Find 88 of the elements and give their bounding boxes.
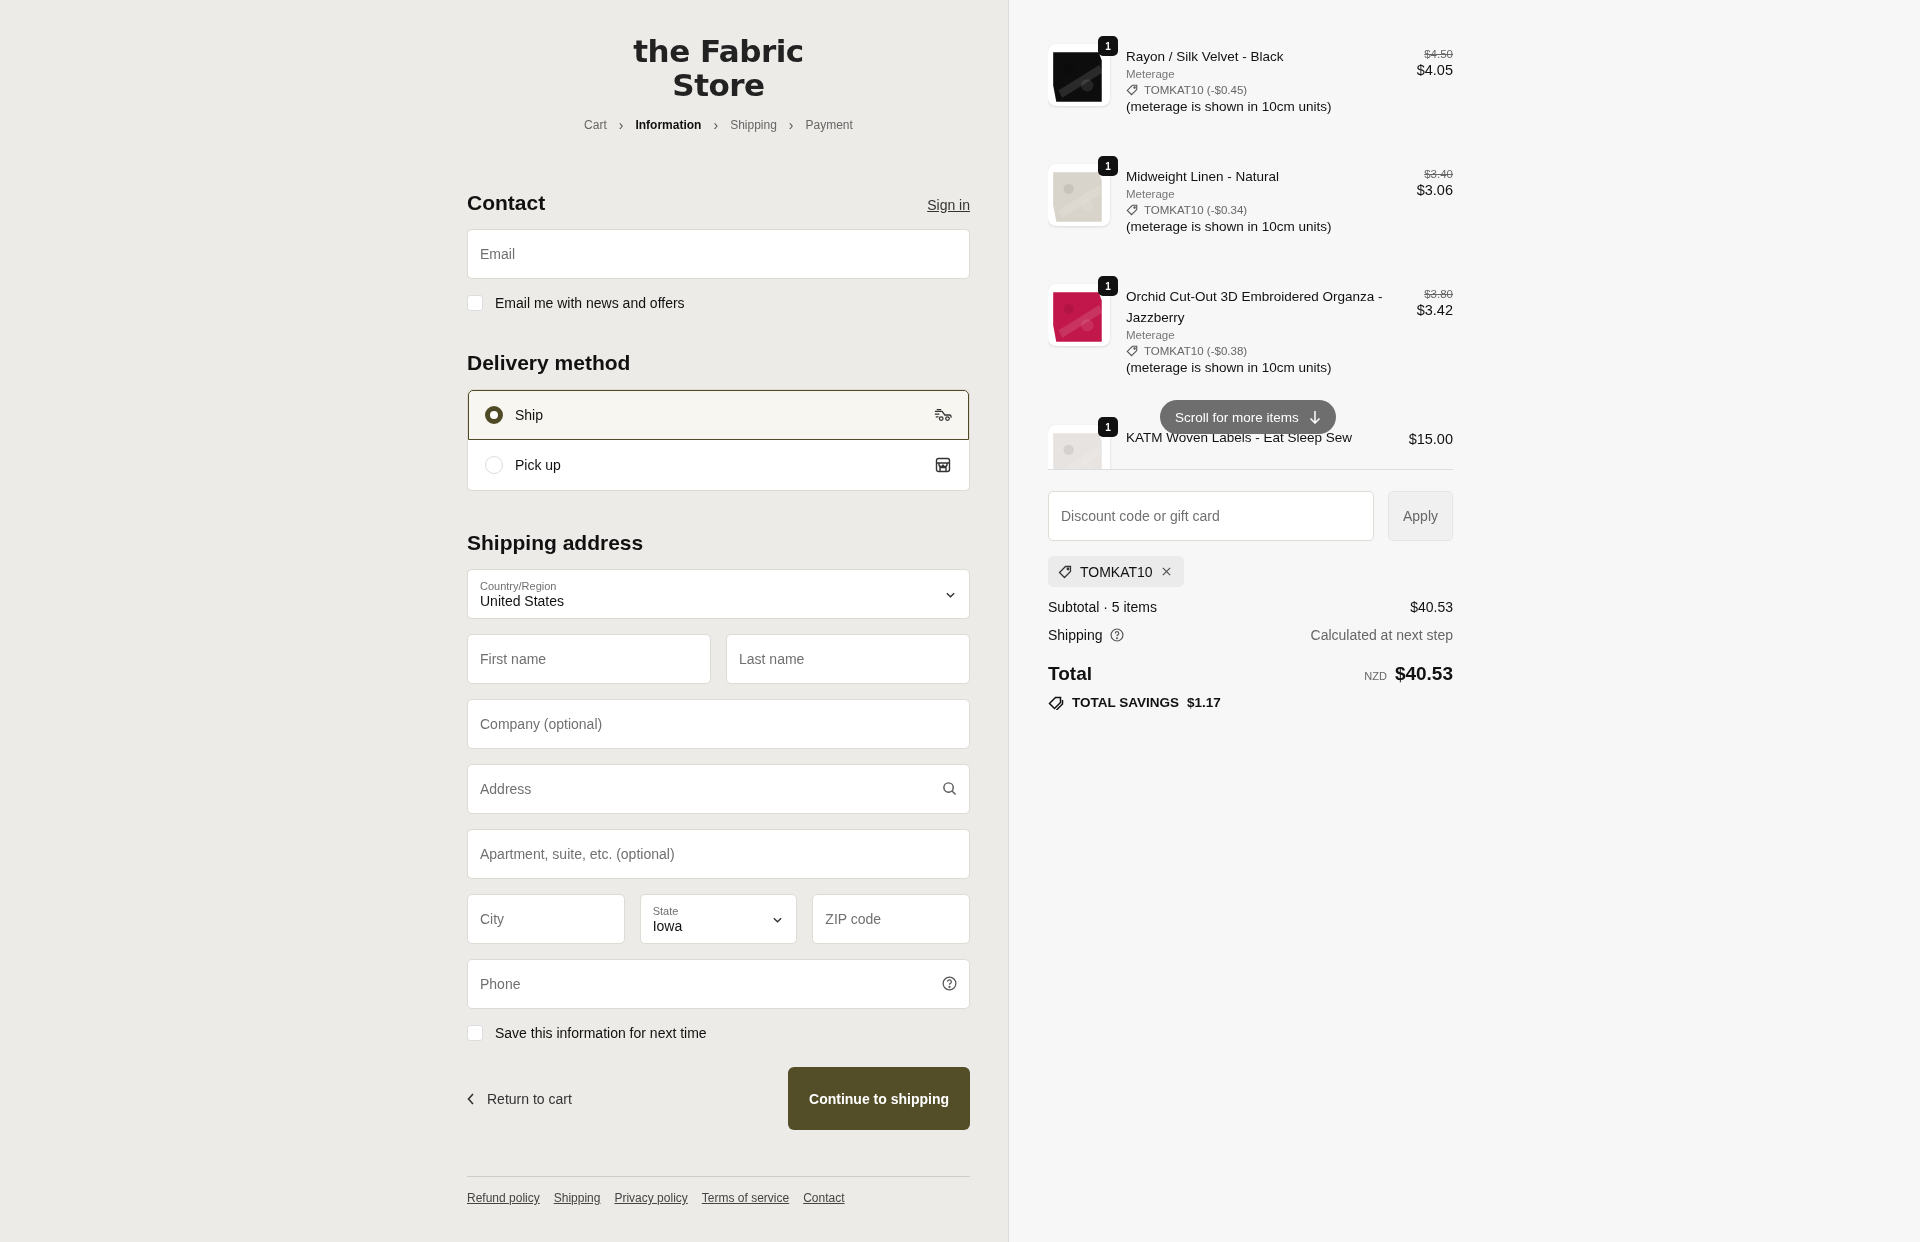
breadcrumb-link[interactable]: Cart — [584, 118, 607, 132]
arrow-down-icon — [1308, 410, 1321, 424]
input-field[interactable]: City — [467, 894, 625, 944]
sign-in-link[interactable]: Sign in — [927, 197, 970, 213]
discount-text: TOMKAT10 (-$0.38) — [1144, 345, 1248, 357]
continue-button[interactable]: Continue to shipping — [788, 1067, 970, 1130]
delivery-option[interactable]: Ship — [468, 390, 969, 440]
discount-chip: TOMKAT10 — [1048, 556, 1184, 587]
chevron-left-icon — [467, 1092, 475, 1105]
input-field[interactable]: Phone — [467, 959, 970, 1009]
chevron-icon: › — [713, 117, 719, 133]
product-variant: Meterage — [1126, 188, 1176, 200]
help-icon — [942, 976, 957, 991]
product-variant: Meterage — [1126, 68, 1176, 80]
discount-text: TOMKAT10 (-$0.45) — [1144, 84, 1248, 96]
email-field[interactable]: Email — [467, 229, 970, 279]
store-logo[interactable]: the Fabric Store — [633, 34, 804, 102]
original-price: $4.50 — [1424, 48, 1453, 60]
apply-button[interactable]: Apply — [1388, 491, 1453, 541]
checkbox[interactable] — [467, 295, 483, 311]
product-note: (meterage is shown in 10cm units) — [1126, 360, 1333, 375]
product-name: Midweight Linen - Natural — [1126, 168, 1281, 186]
chevron-icon: › — [788, 117, 794, 133]
input-field[interactable]: ZIP code — [812, 894, 970, 944]
help-icon[interactable] — [1109, 628, 1124, 642]
footer-link[interactable]: Refund policy — [467, 1191, 540, 1205]
price: $4.05 — [1416, 62, 1453, 78]
section-heading: Contact — [467, 191, 546, 215]
input-field[interactable]: Company (optional) — [467, 699, 970, 749]
price: $3.42 — [1416, 302, 1453, 318]
product-name: Orchid Cut-Out 3D Embroidered Organza - Jazzberry — [1126, 288, 1384, 327]
quantity-badge: 1 — [1098, 417, 1118, 437]
total-label: Total — [1048, 663, 1092, 685]
shipping-value: Calculated at next step — [1310, 627, 1453, 643]
discount-field[interactable]: Discount code or gift card — [1048, 491, 1374, 541]
input-field[interactable]: Apartment, suite, etc. (optional) — [467, 829, 970, 879]
footer-link[interactable]: Privacy policy — [614, 1191, 688, 1205]
input-field[interactable]: Last name — [726, 634, 970, 684]
breadcrumb-link[interactable]: Payment — [805, 118, 853, 132]
checkbox[interactable] — [467, 1025, 483, 1041]
remove-icon[interactable] — [1160, 566, 1172, 577]
breadcrumb-link[interactable]: Shipping — [730, 118, 777, 132]
footer-link[interactable]: Shipping — [553, 1191, 601, 1205]
original-price: $3.80 — [1424, 288, 1453, 300]
footer-link[interactable]: Contact — [803, 1191, 845, 1205]
section-heading: Delivery method — [467, 351, 632, 375]
currency-code: NZD — [1364, 670, 1387, 682]
product-note: (meterage is shown in 10cm units) — [1126, 219, 1333, 234]
subtotal-value: $40.53 — [1410, 599, 1453, 615]
quantity-badge: 1 — [1098, 156, 1118, 176]
subtotal-label: Subtotal · 5 items — [1048, 599, 1157, 615]
quantity-badge: 1 — [1098, 276, 1118, 296]
product-variant: Meterage — [1126, 329, 1176, 341]
scroll-hint[interactable]: Scroll for more items — [1160, 400, 1336, 434]
tag-icon — [1126, 345, 1138, 357]
tag-icon — [1126, 204, 1138, 216]
chevron-down-icon — [772, 916, 784, 924]
tags-icon — [1048, 695, 1064, 710]
chevron-down-icon — [945, 591, 956, 599]
tag-icon — [1126, 84, 1138, 96]
store-icon — [934, 457, 952, 473]
search-icon — [942, 781, 957, 796]
delivery-option[interactable]: Pick up — [468, 440, 969, 490]
select-field[interactable]: Country/Region United States — [467, 569, 970, 619]
total-value: $40.53 — [1394, 663, 1453, 685]
radio-button[interactable] — [485, 406, 503, 424]
checkbox-label: Email me with news and offers — [495, 295, 685, 311]
checkbox-label: Save this information for next time — [495, 1025, 707, 1041]
shipping-label: Shipping — [1048, 627, 1103, 643]
quantity-badge: 1 — [1098, 36, 1118, 56]
section-heading: Shipping address — [467, 531, 645, 555]
savings-value: $1.17 — [1187, 695, 1221, 710]
tag-icon — [1058, 564, 1072, 579]
price: $15.00 — [1408, 431, 1453, 447]
product-note: (meterage is shown in 10cm units) — [1126, 99, 1333, 114]
breadcrumb-link[interactable]: Information — [635, 118, 702, 132]
input-field[interactable]: Address — [467, 764, 970, 814]
truck-icon — [934, 407, 952, 423]
price: $3.06 — [1416, 182, 1453, 198]
original-price: $3.40 — [1424, 168, 1453, 180]
return-link[interactable]: Return to cart — [467, 1090, 572, 1107]
savings-label: TOTAL SAVINGS — [1072, 695, 1179, 710]
input-field[interactable]: First name — [467, 634, 711, 684]
product-name: Rayon / Silk Velvet - Black — [1126, 48, 1285, 66]
discount-text: TOMKAT10 (-$0.34) — [1144, 204, 1248, 216]
chevron-icon: › — [618, 117, 624, 133]
select-field[interactable]: State Iowa — [639, 894, 798, 944]
footer-link[interactable]: Terms of service — [701, 1191, 790, 1205]
